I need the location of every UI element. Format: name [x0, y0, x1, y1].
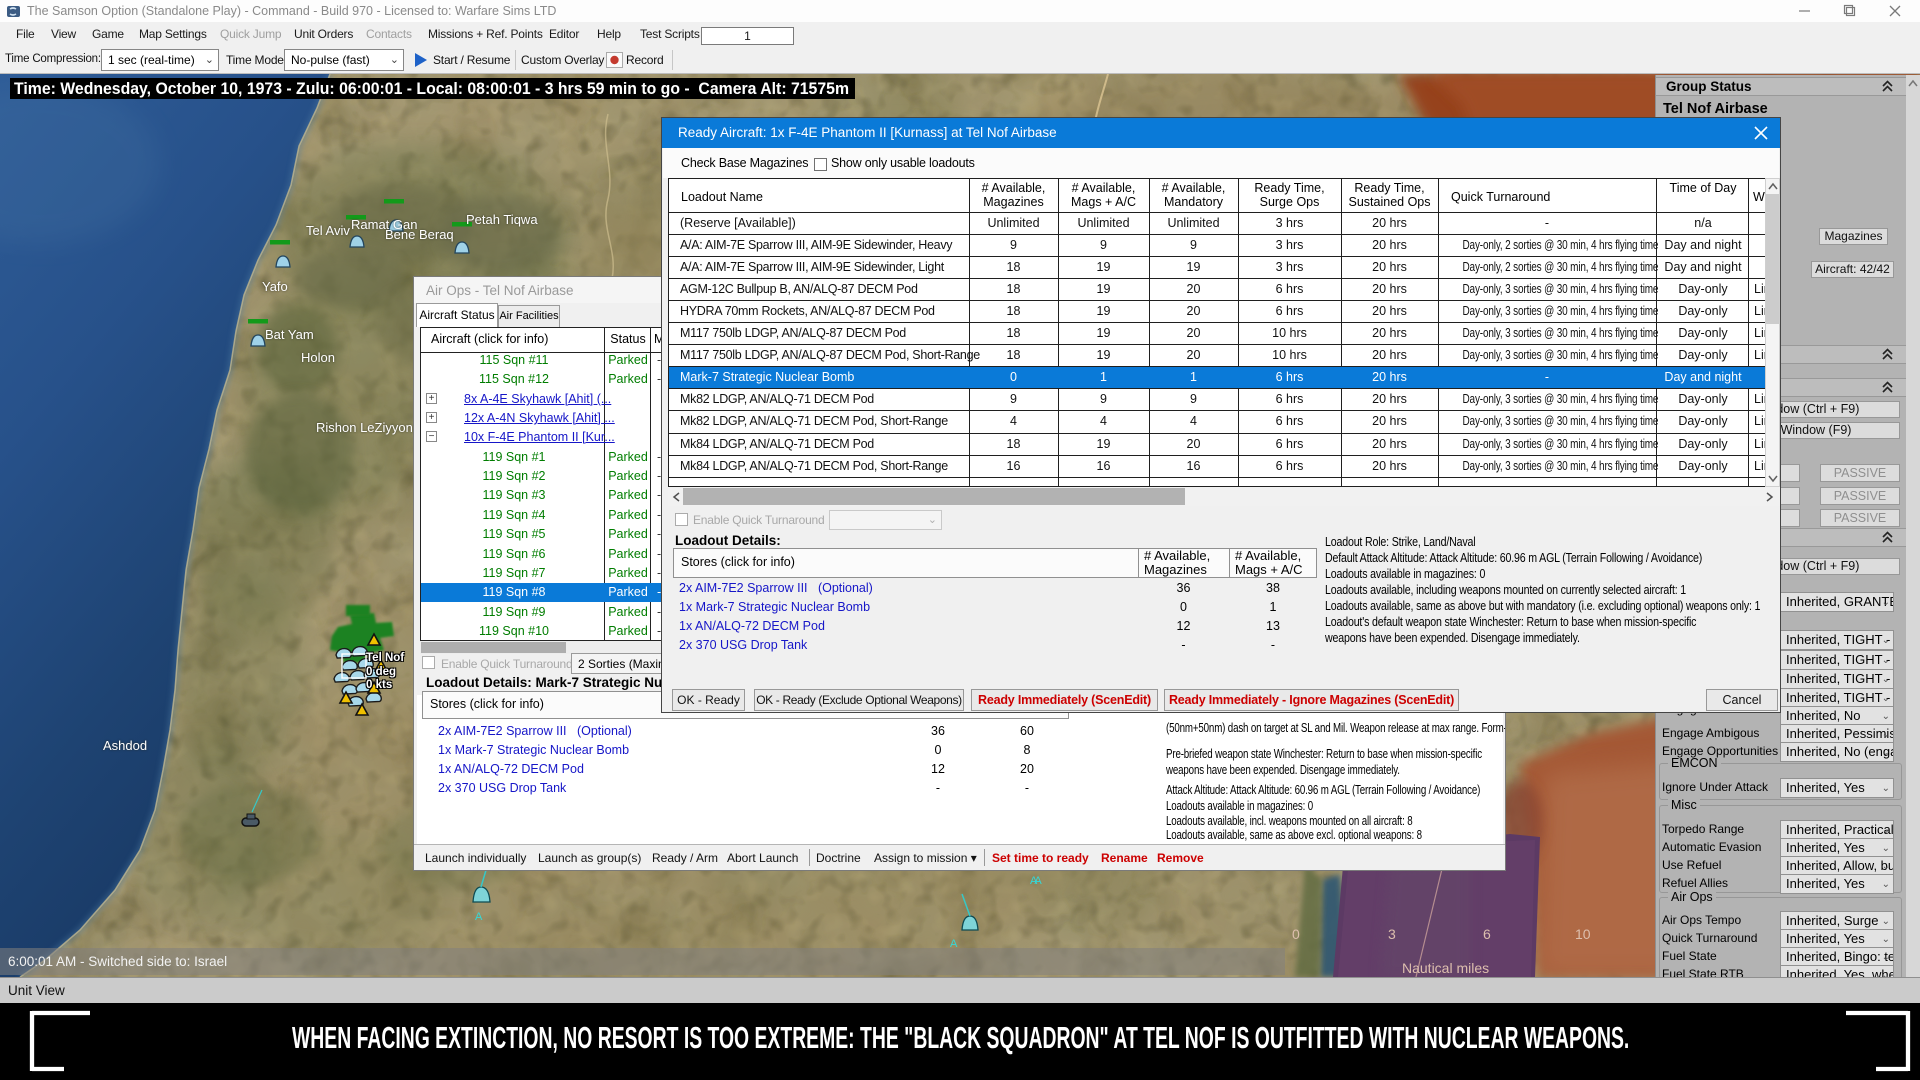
svg-text:AA: AA — [1030, 875, 1042, 887]
svg-text:A: A — [475, 911, 483, 923]
